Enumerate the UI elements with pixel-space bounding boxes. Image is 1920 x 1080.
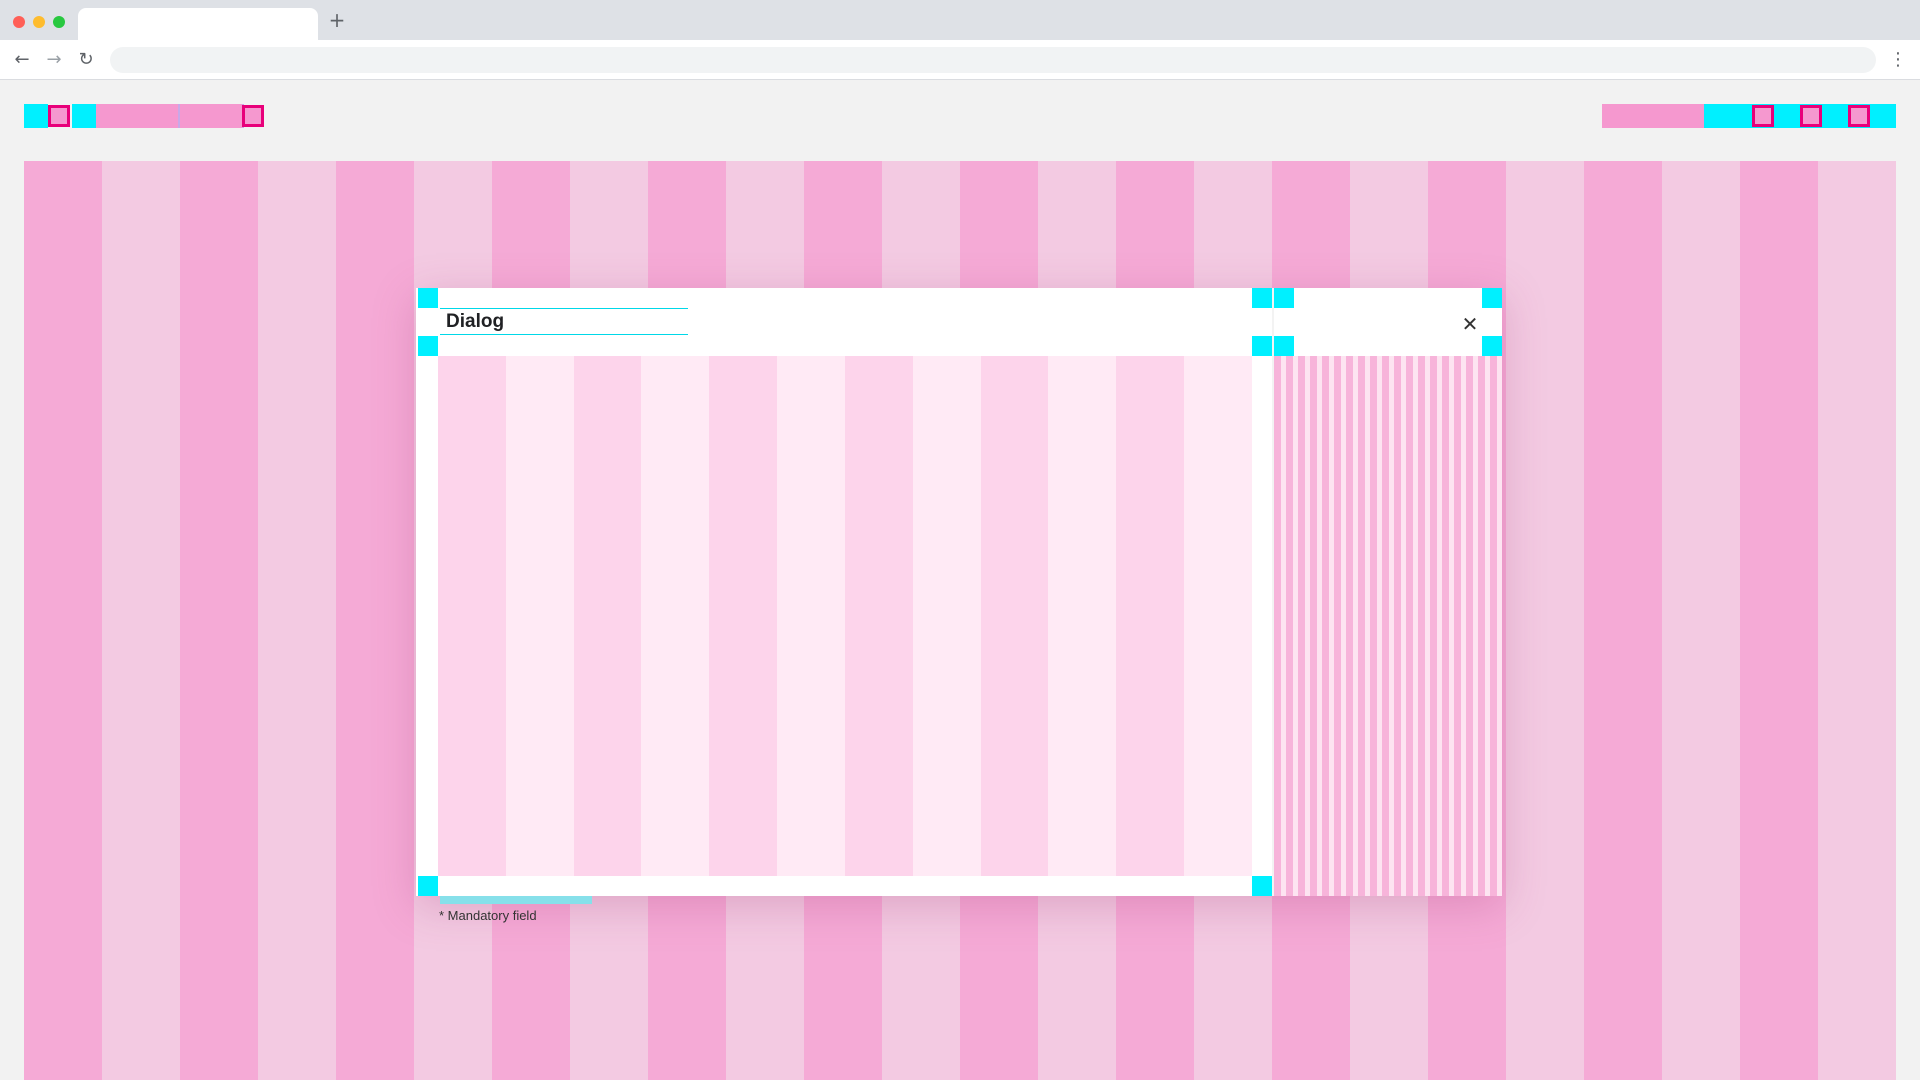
grid-column <box>505 356 574 876</box>
grid-column <box>844 356 913 876</box>
spacing-marker <box>1274 336 1294 356</box>
spacing-marker <box>418 876 438 896</box>
grid-column <box>24 161 102 1080</box>
grid-column <box>641 356 710 876</box>
grid-column <box>1184 356 1252 876</box>
component-placeholder <box>1848 105 1870 127</box>
grid-column <box>1662 161 1740 1080</box>
dialog-content-grid <box>438 356 1252 876</box>
grid-column <box>1116 356 1185 876</box>
grid-column <box>573 356 642 876</box>
grid-column <box>102 161 180 1080</box>
spacing-marker <box>72 104 96 128</box>
component-placeholder <box>96 104 178 128</box>
component-placeholder <box>1800 105 1822 127</box>
maximize-window-dot[interactable] <box>53 16 65 28</box>
spacing-marker <box>1274 288 1294 308</box>
plus-icon[interactable]: + <box>328 9 346 31</box>
reload-icon[interactable]: ↻ <box>74 48 98 72</box>
dialog-title: Dialog <box>446 311 505 332</box>
dialog-side-panel-grid <box>1274 356 1502 896</box>
grid-column <box>336 161 414 1080</box>
browser-tab-active[interactable] <box>78 8 318 40</box>
grid-column <box>1506 161 1584 1080</box>
component-placeholder <box>242 105 264 127</box>
mandatory-field-note: * Mandatory field <box>439 908 537 923</box>
minimize-window-dot[interactable] <box>33 16 45 28</box>
grid-column <box>258 161 336 1080</box>
browser-toolbar: ← → ↻ ⋮ <box>0 40 1920 80</box>
spacing-marker <box>1252 336 1272 356</box>
spacing-marker <box>1252 288 1272 308</box>
close-window-dot[interactable] <box>13 16 25 28</box>
title-guide-line <box>440 308 688 309</box>
spacing-marker <box>418 336 438 356</box>
component-placeholder <box>180 104 242 128</box>
grid-column <box>1048 356 1117 876</box>
spacing-marker <box>418 288 438 308</box>
component-placeholder <box>1602 104 1704 128</box>
grid-column <box>777 356 845 876</box>
grid-column <box>980 356 1049 876</box>
spacing-marker <box>1252 876 1272 896</box>
title-guide-line <box>440 334 688 335</box>
address-bar[interactable] <box>110 47 1876 73</box>
grid-column <box>1740 161 1818 1080</box>
right-toolbar-spec <box>1602 104 1896 128</box>
grid-column <box>912 356 981 876</box>
grid-column <box>1818 161 1896 1080</box>
component-placeholder <box>1752 105 1774 127</box>
close-icon[interactable]: ✕ <box>1456 310 1484 338</box>
browser-tab-strip: + <box>0 0 1920 40</box>
forward-arrow-icon[interactable]: → <box>42 48 66 72</box>
back-arrow-icon[interactable]: ← <box>10 48 34 72</box>
spacing-marker <box>1482 336 1502 356</box>
grid-column <box>438 356 506 876</box>
footer-spacing-bar <box>440 896 592 904</box>
grid-column <box>180 161 258 1080</box>
grid-column <box>1584 161 1662 1080</box>
grid-column <box>709 356 778 876</box>
component-placeholder <box>48 105 70 127</box>
spacing-marker <box>24 104 48 128</box>
left-toolbar-spec <box>24 104 265 128</box>
spacing-marker <box>1482 288 1502 308</box>
kebab-menu-icon[interactable]: ⋮ <box>1888 48 1908 72</box>
